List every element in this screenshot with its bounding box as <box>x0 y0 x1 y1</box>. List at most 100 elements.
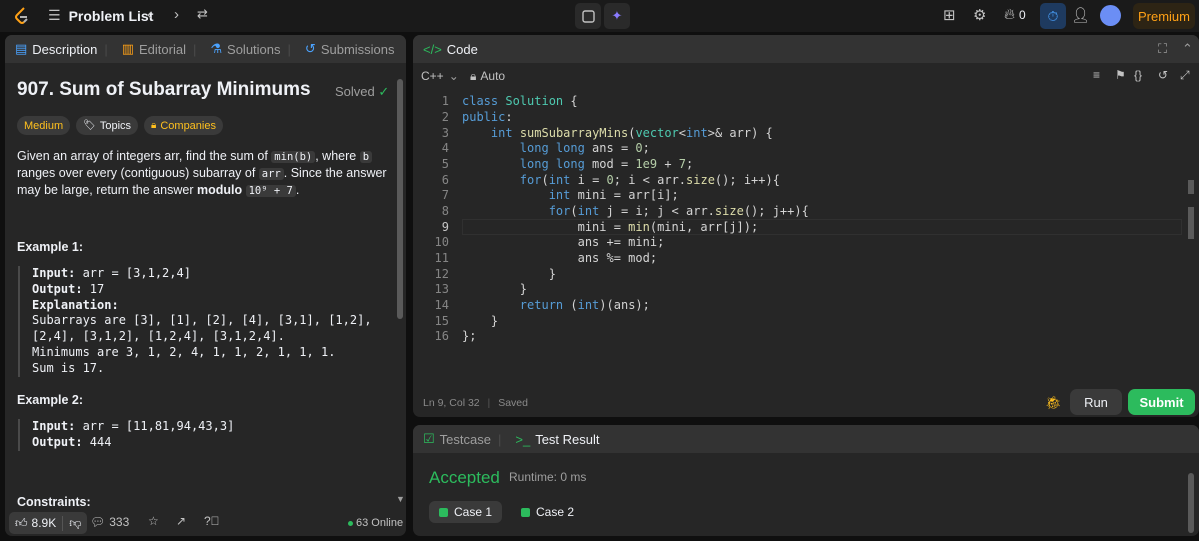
online-count: 63 Online <box>348 517 403 529</box>
constraints-title: Constraints: <box>17 495 91 509</box>
code-line: mini = min(mini, arr[j]); <box>462 219 759 234</box>
line-number: 11 <box>434 251 449 265</box>
language-label: C++ <box>421 69 444 83</box>
line-number: 4 <box>441 141 449 155</box>
tab-test-result[interactable]: >_ Test Result <box>515 432 607 447</box>
chevron-right-icon[interactable]: › <box>174 6 179 23</box>
code-line: for(int j = i; j < arr.size(); j++){ <box>548 204 809 218</box>
code-token: class <box>462 94 499 108</box>
line-number: 2 <box>441 110 449 124</box>
result-scrollbar[interactable] <box>1188 473 1194 533</box>
line-number: 1 <box>441 94 449 108</box>
notes-button[interactable] <box>575 3 601 29</box>
solved-label: Solved <box>335 84 375 99</box>
code-token: return <box>519 298 564 312</box>
code-line: long long mod = 1e9 + 7; <box>519 157 694 171</box>
tag-icon: 🏷︎ <box>83 120 96 131</box>
code-line: ans %= mod; <box>462 251 658 265</box>
code-token: int <box>548 188 571 202</box>
line-number: 3 <box>441 125 449 140</box>
auto-mode-toggle[interactable]: 🔒︎ Auto <box>470 69 505 84</box>
note-icon <box>581 9 595 23</box>
output-value: 17 <box>82 281 105 296</box>
statement-text: Given an array of integers arr, find the… <box>17 149 272 163</box>
submit-button[interactable]: Submit <box>1128 389 1195 415</box>
editor-status: Ln 9, Col 32 | Saved <box>423 397 528 409</box>
leetcode-logo-icon[interactable] <box>12 6 32 26</box>
tab-editorial[interactable]: ▥ Editorial | <box>122 41 211 57</box>
tab-testcase[interactable]: ☑ Testcase | <box>423 431 515 447</box>
history-icon: ↺ <box>304 41 316 56</box>
problem-list-button[interactable]: ☰ Problem List <box>48 7 153 24</box>
topics-tag[interactable]: 🏷︎ Topics <box>76 116 139 135</box>
dislike-button[interactable]: 👎︎ <box>62 515 87 531</box>
tab-code[interactable]: </> Code <box>423 42 486 57</box>
bookmark-icon[interactable]: ⚑ <box>1115 68 1126 82</box>
inline-code: arr <box>258 168 284 180</box>
code-token: int <box>577 204 600 218</box>
share-icon[interactable]: ↗ <box>176 514 186 528</box>
editor-scrollbar-thumb[interactable] <box>1188 207 1194 239</box>
collapse-icon[interactable]: ⌃ <box>1182 41 1193 57</box>
like-button[interactable]: 👍︎ 8.9K <box>9 516 62 531</box>
code-token: int <box>686 125 708 140</box>
streak-button[interactable]: 🔥︎ 0 <box>1004 6 1026 23</box>
editor-toolbar: C++ ⌄ 🔒︎ Auto ≡ ⚑ {} ↺ ⤢ <box>413 63 1199 87</box>
tab-label: Description <box>32 41 98 57</box>
code-line: for(int i = 0; i < arr.size(); i++){ <box>519 172 780 187</box>
maximize-icon[interactable]: ⛶ <box>1158 41 1167 57</box>
tab-submissions[interactable]: ↺ Submissions <box>305 41 403 57</box>
layout-grid-icon[interactable]: ⊞ <box>943 6 956 24</box>
code-line: } <box>462 266 556 281</box>
braces-icon[interactable]: {} <box>1134 68 1142 82</box>
add-user-icon[interactable]: 👤︎ <box>1071 6 1090 24</box>
case-2-button[interactable]: Case 2 <box>511 501 584 523</box>
terminal-icon: >_ <box>515 431 531 447</box>
description-scrollbar[interactable] <box>397 79 403 319</box>
star-icon[interactable]: ☆ <box>148 514 159 528</box>
code-line: public: <box>462 110 513 124</box>
explanation-line: [2,4], [3,1,2], [1,2,4], [3,1,2,4]. <box>32 329 285 344</box>
input-value: arr = [11,81,94,43,3] <box>75 419 235 433</box>
example-1-block: Input: arr = [3,1,2,4] Output: 17 Explan… <box>18 266 372 377</box>
editor-scrollbar-thumb[interactable] <box>1188 180 1194 194</box>
reset-icon[interactable]: ↺ <box>1158 68 1168 82</box>
help-icon[interactable]: ?⃝ <box>204 514 220 528</box>
chevron-left-icon[interactable]: ‹ <box>147 6 152 23</box>
code-editor[interactable]: 1 2 3 4 5 6 7 8 9 10 11 12 13 14 15 16 c… <box>413 92 1199 402</box>
tab-solutions[interactable]: ⚗ Solutions | <box>210 41 305 57</box>
companies-tag[interactable]: 🔒︎ Companies <box>144 116 223 135</box>
scroll-down-icon[interactable]: ▼ <box>396 494 405 504</box>
tab-label: Submissions <box>320 41 395 57</box>
inline-code: 10⁹ + 7 <box>245 185 296 197</box>
code-line: } <box>462 282 528 296</box>
difficulty-badge: Medium <box>17 116 71 135</box>
like-group: 👍︎ 8.9K 👎︎ <box>9 512 88 534</box>
gear-icon[interactable]: ⚙ <box>973 6 986 24</box>
checkbox-icon: ☑ <box>423 431 435 446</box>
check-icon <box>521 507 530 517</box>
line-number: 7 <box>441 188 449 202</box>
shuffle-icon[interactable]: ⇄ <box>197 6 208 22</box>
fullscreen-icon[interactable]: ⤢ <box>1180 68 1190 83</box>
input-label: Input: <box>32 266 76 280</box>
language-select[interactable]: C++ ⌄ <box>421 69 459 83</box>
tab-label: Editorial <box>139 41 186 57</box>
line-number: 8 <box>441 204 449 218</box>
premium-button[interactable]: Premium <box>1133 3 1195 29</box>
case-1-button[interactable]: Case 1 <box>429 501 503 523</box>
timer-button[interactable]: ⏱ <box>1040 3 1066 29</box>
comments-button[interactable]: 💬︎ 333 <box>90 515 129 529</box>
tab-label: Testcase <box>439 431 491 447</box>
format-icon[interactable]: ≡ <box>1093 68 1100 82</box>
tab-description[interactable]: ▤ Description | <box>15 41 122 57</box>
example-2-title: Example 2: <box>17 393 84 407</box>
code-line: int mini = arr[i]; <box>548 188 679 202</box>
avatar[interactable] <box>1100 5 1121 26</box>
statement-text: . <box>295 183 300 197</box>
debug-icon[interactable]: 🐞︎ <box>1045 395 1062 411</box>
code-line: int sumSubarrayMins(vector<int>& arr) { <box>490 125 773 140</box>
run-button[interactable]: Run <box>1070 389 1122 415</box>
topics-label: Topics <box>99 119 132 132</box>
ai-assistant-button[interactable]: ✦ <box>604 3 630 29</box>
